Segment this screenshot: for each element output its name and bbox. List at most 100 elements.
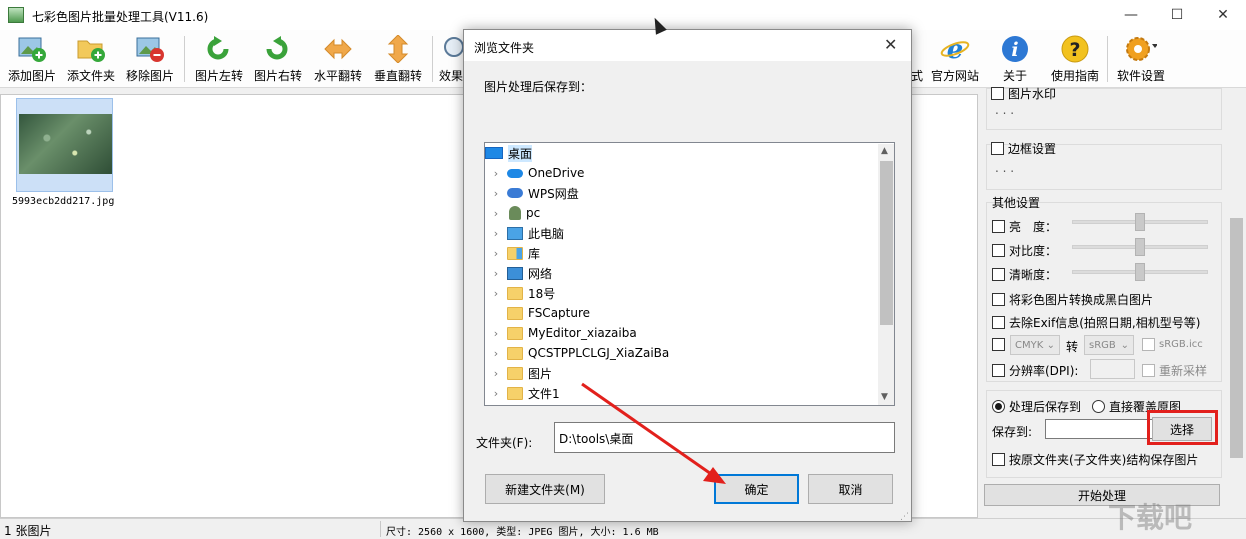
cmyk-to-select[interactable]: sRGB ⌄ [1084, 335, 1134, 355]
image-thumbnail[interactable] [19, 114, 112, 174]
tree-item-wps[interactable]: › WPS网盘 [485, 183, 579, 203]
brightness-slider-thumb[interactable] [1135, 213, 1145, 231]
dialog-close-button[interactable]: ✕ [884, 35, 897, 54]
sharpness-checkbox[interactable]: 清晰度： [992, 266, 1057, 283]
brightness-checkbox[interactable]: 亮 度： [992, 218, 1057, 235]
dpi-input[interactable] [1090, 359, 1135, 379]
tree-item-qcstpplclgj[interactable]: › QCSTPPLCLGJ_XiaZaiBa [485, 343, 669, 363]
flip-vertical-button[interactable]: 垂直翻转 [367, 34, 429, 86]
watermark-checkbox[interactable]: 图片水印 [991, 85, 1056, 102]
border-checkbox[interactable]: 边框设置 [991, 140, 1056, 157]
settings-panel: 图片水印 . . . 边框设置 . . . 其他设置 亮 度： 对比度： 清晰度… [980, 85, 1246, 518]
rotate-left-button[interactable]: 图片左转 [188, 34, 250, 86]
tree-item-file1[interactable]: › 文件1 [485, 383, 560, 403]
scroll-up-icon[interactable]: ▲ [881, 146, 888, 156]
tree-item-library[interactable]: › 库 [485, 243, 540, 263]
border-dots: . . . [995, 161, 1015, 175]
gear-icon [1125, 34, 1157, 64]
cloud-icon [507, 188, 523, 198]
cmyk-to-label: 转 [1066, 340, 1079, 354]
icc-checkbox[interactable]: sRGB.icc [1142, 338, 1203, 351]
contrast-checkbox[interactable]: 对比度： [992, 242, 1057, 259]
chevron-right-icon[interactable]: › [489, 367, 503, 380]
watermark-dots: . . . [995, 103, 1015, 117]
dpi-checkbox[interactable]: 分辨率(DPI): [992, 362, 1078, 379]
tree-scrollbar-thumb[interactable] [880, 161, 893, 325]
status-image-info: 尺寸: 2560 x 1600, 类型: JPEG 图片, 大小: 1.6 MB [386, 527, 659, 538]
add-folder-button[interactable]: 添文件夹 [60, 34, 122, 86]
svg-text:?: ? [1069, 39, 1080, 61]
grayscale-checkbox[interactable]: 将彩色图片转换成黑白图片 [992, 291, 1153, 308]
add-image-button[interactable]: 添加图片 [1, 34, 63, 86]
info-icon: i [999, 34, 1031, 64]
toolbar-separator [1107, 36, 1108, 82]
folder-path-input[interactable]: D:\tools\桌面 [554, 422, 895, 453]
tree-item-fscapture[interactable]: FSCapture [485, 303, 590, 323]
watermark-group: 图片水印 . . . [986, 85, 1222, 130]
chevron-right-icon[interactable]: › [489, 327, 503, 340]
help-icon: ? [1059, 34, 1091, 64]
maximize-button[interactable]: ☐ [1154, 0, 1200, 30]
library-icon [507, 246, 523, 260]
status-count: 1 张图片 [4, 524, 52, 538]
chevron-right-icon[interactable]: › [489, 187, 503, 200]
dialog-prompt: 图片处理后保存到： [484, 80, 593, 94]
chevron-right-icon[interactable]: › [489, 247, 503, 260]
flip-horizontal-button[interactable]: 水平翻转 [307, 34, 369, 86]
cmyk-checkbox[interactable] [992, 338, 1009, 351]
tree-item-folder-18[interactable]: › 18号 [485, 283, 555, 303]
cmyk-from-select[interactable]: CMYK ⌄ [1010, 335, 1060, 355]
resize-grip-icon[interactable]: ⋰ [900, 512, 909, 522]
chevron-right-icon[interactable]: › [489, 387, 503, 400]
save-after-radio[interactable]: 处理后保存到 [992, 398, 1081, 415]
minimize-button[interactable]: — [1108, 0, 1154, 30]
border-group: 边框设置 . . . [986, 142, 1222, 190]
folder-icon [507, 326, 523, 340]
chevron-right-icon[interactable]: › [489, 227, 503, 240]
scroll-down-icon[interactable]: ▼ [881, 392, 888, 402]
folder-icon [507, 286, 523, 300]
cancel-button[interactable]: 取消 [808, 474, 893, 504]
chevron-right-icon[interactable]: › [489, 287, 503, 300]
tree-item-myeditor[interactable]: › MyEditor_xiazaiba [485, 323, 637, 343]
chevron-right-icon[interactable]: › [489, 207, 503, 220]
folder-icon [507, 366, 523, 380]
save-path-input[interactable] [1045, 419, 1153, 439]
tree-item-network[interactable]: › 网络 [485, 263, 552, 283]
desktop-icon [485, 147, 503, 159]
about-button[interactable]: i 关于 [984, 34, 1046, 86]
flip-vertical-icon [382, 34, 414, 64]
rotate-right-button[interactable]: 图片右转 [247, 34, 309, 86]
settings-scrollbar[interactable] [1228, 88, 1245, 516]
close-button[interactable]: ✕ [1200, 0, 1246, 30]
tree-item-onedrive[interactable]: › OneDrive [485, 163, 585, 183]
browse-folder-dialog: 浏览文件夹 ✕ 图片处理后保存到： 桌面 › OneDrive › WPS网盘 … [463, 29, 912, 522]
chevron-right-icon[interactable]: › [489, 267, 503, 280]
tree-item-desktop[interactable]: 桌面 [485, 143, 533, 163]
choose-button-highlight [1147, 410, 1218, 445]
sharpness-slider-thumb[interactable] [1135, 263, 1145, 281]
effects-button[interactable]: 效果 [432, 34, 466, 86]
tree-item-pc-user[interactable]: › pc [485, 203, 540, 223]
remove-image-button[interactable]: 移除图片 [119, 34, 181, 86]
toolbar-separator [184, 36, 185, 82]
tree-item-pictures[interactable]: › 图片 [485, 363, 552, 383]
chevron-right-icon[interactable]: › [489, 347, 503, 360]
ok-button[interactable]: 确定 [714, 474, 799, 504]
chevron-right-icon[interactable]: › [489, 167, 503, 180]
dialog-title: 浏览文件夹 [474, 41, 535, 55]
remove-exif-checkbox[interactable]: 去除Exif信息(拍照日期,相机型号等) [992, 314, 1200, 331]
folder-tree[interactable]: 桌面 › OneDrive › WPS网盘 › pc › 此电脑 › 库 › 网… [484, 142, 895, 406]
contrast-slider-thumb[interactable] [1135, 238, 1145, 256]
user-guide-button[interactable]: ? 使用指南 [1044, 34, 1106, 86]
keep-structure-checkbox[interactable]: 按原文件夹(子文件夹)结构保存图片 [992, 451, 1198, 468]
official-website-button[interactable]: e 官方网站 [924, 34, 986, 86]
new-folder-button[interactable]: 新建文件夹(M) [485, 474, 605, 504]
status-separator [380, 521, 381, 537]
flip-horizontal-icon [322, 34, 354, 64]
svg-text:i: i [1011, 39, 1018, 61]
tree-item-this-pc[interactable]: › 此电脑 [485, 223, 564, 243]
resample-checkbox[interactable]: 重新采样 [1142, 362, 1207, 379]
software-settings-button[interactable]: 软件设置 [1110, 34, 1172, 86]
settings-scrollbar-thumb[interactable] [1230, 218, 1243, 458]
